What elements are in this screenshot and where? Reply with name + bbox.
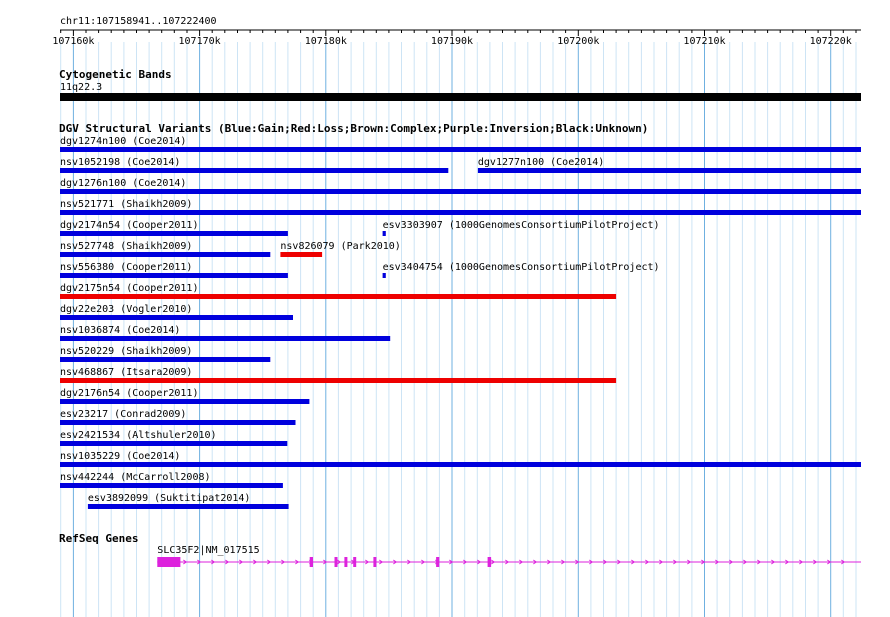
variant-label: nsv1035229 (Coe2014) (60, 451, 180, 462)
variant-bar-gain[interactable] (87, 504, 289, 509)
variant-label: dgv22e203 (Vogler2010) (60, 304, 192, 315)
variant-bar-gain[interactable] (382, 273, 386, 278)
variant-label: nsv527748 (Shaikh2009) (60, 241, 192, 252)
variant-bar-gain[interactable] (60, 147, 861, 152)
variant-label: esv3303907 (1000GenomesConsortiumPilotPr… (383, 220, 660, 231)
ruler-tick-label: 107200k (557, 36, 599, 47)
variant-bar-gain[interactable] (60, 441, 288, 446)
gene-exon[interactable] (487, 557, 492, 567)
ruler-tick-label: 107180k (305, 36, 347, 47)
gene-label: SLC35F2|NM_017515 (157, 545, 259, 556)
variant-label: nsv826079 (Park2010) (280, 241, 400, 252)
variant-label: nsv468867 (Itsara2009) (60, 367, 192, 378)
ruler-tick-label: 107160k (52, 36, 94, 47)
variant-bar-gain[interactable] (60, 231, 288, 236)
variant-bar-gain[interactable] (60, 420, 296, 425)
variant-bar-gain[interactable] (60, 336, 391, 341)
variant-bar-gain[interactable] (60, 315, 293, 320)
variant-bar-gain[interactable] (382, 231, 386, 236)
gene-exon[interactable] (309, 557, 313, 567)
variant-bar-gain[interactable] (60, 252, 271, 257)
gene-exon[interactable] (157, 557, 181, 567)
variant-bar-gain[interactable] (60, 399, 310, 404)
variant-label: esv3404754 (1000GenomesConsortiumPilotPr… (383, 262, 660, 273)
variant-bar-gain[interactable] (477, 168, 861, 173)
variant-bar-gain[interactable] (60, 210, 861, 215)
cytoband-bar[interactable] (60, 93, 861, 101)
cytoband-track[interactable] (60, 93, 861, 101)
variant-label: esv23217 (Conrad2009) (60, 409, 186, 420)
variant-label: dgv1274n100 (Coe2014) (60, 136, 186, 147)
gene-exon[interactable] (334, 557, 338, 567)
variant-label: nsv521771 (Shaikh2009) (60, 199, 192, 210)
ruler-tick-label: 107210k (683, 36, 725, 47)
variant-bar-gain[interactable] (60, 483, 283, 488)
gene-exon[interactable] (353, 557, 357, 567)
dgv-track-title: DGV Structural Variants (Blue:Gain;Red:L… (59, 122, 648, 135)
variant-label: nsv1036874 (Coe2014) (60, 325, 180, 336)
location-label: chr11:107158941..107222400 (60, 16, 217, 27)
variant-bar-gain[interactable] (60, 357, 271, 362)
cytoband-track-title: Cytogenetic Bands (59, 68, 172, 81)
variant-label: nsv520229 (Shaikh2009) (60, 346, 192, 357)
ruler-tick-label: 107220k (810, 36, 852, 47)
variant-label: nsv442244 (McCarroll2008) (60, 472, 211, 483)
refseq-track-title: RefSeq Genes (59, 532, 138, 545)
variant-label: dgv1277n100 (Coe2014) (478, 157, 604, 168)
ruler-tick-label: 107170k (179, 36, 221, 47)
gene-exon[interactable] (436, 557, 440, 567)
gene-exon[interactable] (344, 557, 348, 567)
variant-bar-gain[interactable] (60, 273, 288, 278)
variant-bar-gain[interactable] (60, 168, 449, 173)
variant-bar-loss[interactable] (60, 294, 617, 299)
variant-bar-loss[interactable] (280, 252, 323, 257)
variant-label: esv3892099 (Suktitipat2014) (88, 493, 251, 504)
variant-label: esv2421534 (Altshuler2010) (60, 430, 217, 441)
cytoband-label: 11q22.3 (60, 82, 102, 93)
variant-bar-loss[interactable] (60, 378, 617, 383)
gene-exon[interactable] (373, 557, 377, 567)
variant-label: dgv1276n100 (Coe2014) (60, 178, 186, 189)
variant-label: dgv2174n54 (Cooper2011) (60, 220, 198, 231)
genome-browser: chr11:107158941..107222400 107160k 107170… (0, 0, 890, 617)
variant-bar-gain[interactable] (60, 189, 861, 194)
variant-label: nsv556380 (Cooper2011) (60, 262, 192, 273)
variant-bar-gain[interactable] (60, 462, 861, 467)
variant-label: nsv1052198 (Coe2014) (60, 157, 180, 168)
variant-label: dgv2175n54 (Cooper2011) (60, 283, 198, 294)
variant-label: dgv2176n54 (Cooper2011) (60, 388, 198, 399)
ruler-tick-label: 107190k (431, 36, 473, 47)
